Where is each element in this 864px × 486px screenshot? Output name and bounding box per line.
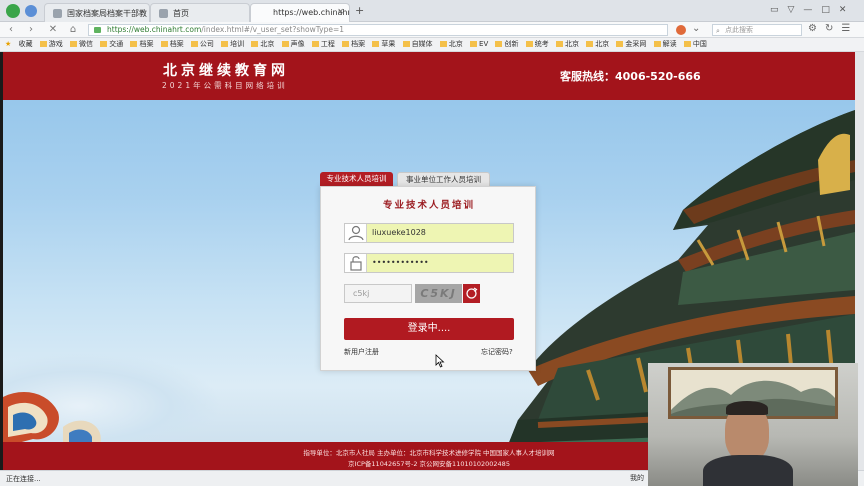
- webcam-overlay: [648, 363, 858, 486]
- bookmark-item[interactable]: 收藏: [19, 38, 33, 51]
- url-input[interactable]: https://web.chinahrt.com/index.html#/v_u…: [88, 24, 668, 36]
- bookmark-item[interactable]: 北京: [251, 38, 274, 51]
- browser-logo-icon[interactable]: [6, 4, 20, 18]
- status-text: 正在连接...: [6, 475, 41, 483]
- page-icon: [159, 9, 168, 18]
- login-button[interactable]: 登录中....: [344, 318, 514, 340]
- address-bar: ‹ › ✕ ⌂ https://web.chinahrt.com/index.h…: [0, 22, 864, 38]
- tab-professional-training[interactable]: 专业技术人员培训: [320, 172, 393, 186]
- bookmark-item[interactable]: 档案: [342, 38, 365, 51]
- bookmark-item[interactable]: EV: [470, 38, 488, 51]
- username-field[interactable]: liuxueke1028: [344, 223, 514, 243]
- login-title: 专业技术人员培训: [382, 200, 475, 211]
- forward-icon[interactable]: ›: [24, 23, 38, 37]
- home-icon[interactable]: ⌂: [66, 23, 80, 37]
- bookmarks-bar: ★ 收藏 游戏 微信 交通 档案 档案 公司 培训 北京 声像 工程 档案 草果…: [0, 38, 864, 52]
- captcha-input[interactable]: c5kj: [344, 284, 412, 303]
- dropdown-icon[interactable]: ⌄: [692, 23, 700, 34]
- refresh-captcha-icon[interactable]: [463, 284, 480, 303]
- new-tab-button[interactable]: +: [355, 4, 364, 17]
- bookmark-item[interactable]: 北京: [555, 38, 579, 51]
- bookmark-item[interactable]: 培训: [221, 38, 244, 51]
- bookmark-item[interactable]: 金采网: [616, 38, 646, 51]
- bookmark-item[interactable]: 游戏: [39, 38, 63, 51]
- tab-home[interactable]: 首页: [150, 3, 250, 22]
- bookmark-item[interactable]: 交通: [100, 38, 123, 51]
- bookmark-item[interactable]: 创新: [495, 38, 518, 51]
- person-hair: [726, 401, 768, 415]
- bookmark-item[interactable]: 自媒体: [402, 38, 433, 51]
- search-input[interactable]: ⌕ 点此搜索: [712, 24, 802, 36]
- bookmark-item[interactable]: 声像: [281, 38, 305, 51]
- close-icon[interactable]: ✕: [46, 23, 60, 37]
- search-icon: ⌕: [716, 27, 720, 35]
- hotline-text: 客服热线：4006-520-666: [560, 70, 701, 83]
- extension-icon[interactable]: [676, 25, 686, 35]
- mouse-cursor-icon: [435, 354, 445, 368]
- login-panel: 专业技术人员培训 liuxueke1028 •••••••••••• c5kj …: [320, 186, 536, 371]
- tab-institution-training[interactable]: 事业单位工作人员培训: [397, 172, 490, 186]
- lock-icon: [345, 254, 367, 272]
- bookmark-item[interactable]: 微信: [69, 38, 93, 51]
- register-link[interactable]: 新用户注册: [344, 347, 379, 357]
- bookmark-item[interactable]: 工程: [311, 38, 335, 51]
- password-value: ••••••••••••: [372, 258, 429, 267]
- bookmark-item[interactable]: 档案: [130, 38, 153, 51]
- back-icon[interactable]: ‹: [4, 23, 18, 37]
- password-field[interactable]: ••••••••••••: [344, 253, 514, 273]
- tab-archive[interactable]: 国家档案局档案干部教: [44, 3, 150, 22]
- site-subtitle: 2021年公需科目网络培训: [162, 81, 288, 90]
- user-icon: [345, 224, 367, 242]
- bookmark-item[interactable]: 公司: [190, 38, 214, 51]
- bookmark-star-icon[interactable]: ★: [5, 38, 11, 51]
- swirl-decoration: [3, 392, 101, 447]
- bookmark-item[interactable]: 解读: [653, 38, 677, 51]
- bookmark-item[interactable]: 北京: [439, 38, 463, 51]
- lock-icon: [94, 27, 101, 33]
- bookmark-item[interactable]: 统考: [525, 38, 549, 51]
- bookmark-item[interactable]: 档案: [160, 38, 184, 51]
- username-value: liuxueke1028: [372, 228, 426, 237]
- person-shirt: [703, 455, 793, 486]
- bookmark-item[interactable]: 北京: [586, 38, 609, 51]
- browser-tab-bar: 国家档案局档案干部教 首页 https://web.chinahrt.c ✕ +…: [0, 0, 864, 22]
- captcha-image: C5KJ: [415, 284, 462, 303]
- page-icon: [53, 9, 62, 18]
- site-header: 北京继续教育网 2021年公需科目网络培训 客服热线：4006-520-666: [3, 52, 855, 100]
- bookmark-item[interactable]: 草果: [372, 38, 395, 51]
- window-controls[interactable]: ▭▽—□✕: [770, 5, 855, 15]
- toolbar-icons[interactable]: ⚙↻☰: [808, 23, 858, 34]
- site-title: 北京继续教育网: [163, 63, 289, 79]
- status-right-text: 我的: [630, 474, 644, 482]
- bookmark-item[interactable]: 中国: [683, 38, 707, 51]
- browser-home-icon[interactable]: [25, 5, 37, 17]
- tab-chinahrt[interactable]: https://web.chinahrt.c ✕: [250, 3, 350, 22]
- forgot-password-link[interactable]: 忘记密码?: [481, 347, 513, 357]
- close-tab-icon[interactable]: ✕: [337, 7, 344, 16]
